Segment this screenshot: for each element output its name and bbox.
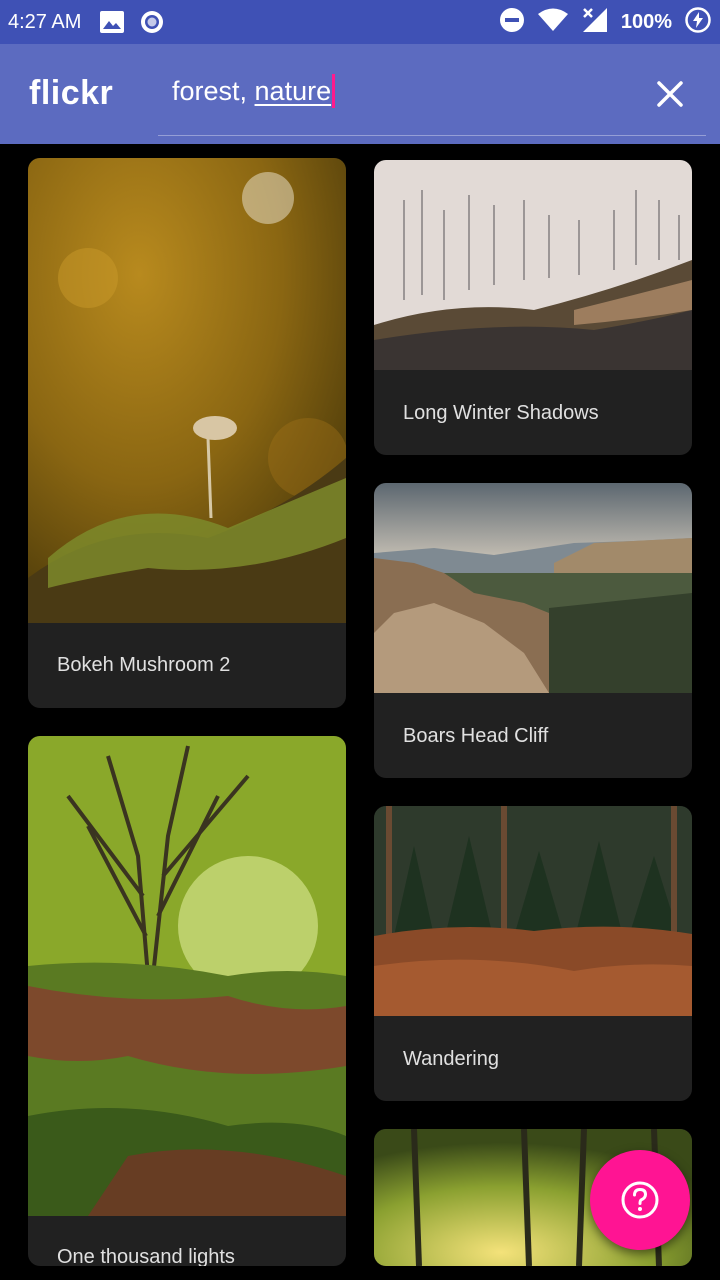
photo-title: Bokeh Mushroom 2 bbox=[57, 654, 231, 676]
photo-card[interactable]: Boars Head Cliff bbox=[374, 483, 692, 778]
help-icon[interactable] bbox=[620, 1180, 660, 1220]
search-value-underlined: nature bbox=[254, 76, 332, 107]
wifi-icon bbox=[537, 8, 569, 37]
app-bar: flickr forest, nature bbox=[0, 44, 720, 144]
photo-title: One thousand lights bbox=[57, 1246, 235, 1266]
photo-title: Boars Head Cliff bbox=[403, 725, 549, 747]
circle-app-icon bbox=[139, 9, 165, 35]
photo-title: Long Winter Shadows bbox=[403, 402, 599, 424]
flickr-logo: flickr bbox=[29, 74, 114, 112]
photo-title: Wandering bbox=[403, 1048, 499, 1070]
photo-thumbnail bbox=[28, 158, 346, 623]
search-value-plain: forest, bbox=[172, 76, 255, 107]
clear-search-button[interactable] bbox=[648, 72, 692, 116]
text-cursor bbox=[332, 74, 336, 108]
search-input[interactable]: forest, nature bbox=[172, 74, 336, 110]
photo-card[interactable]: Wandering bbox=[374, 806, 692, 1101]
photo-thumbnail bbox=[374, 806, 692, 1016]
photo-thumbnail bbox=[374, 160, 692, 370]
photo-card[interactable]: Long Winter Shadows bbox=[374, 160, 692, 455]
search-field[interactable]: forest, nature bbox=[158, 64, 706, 136]
help-button[interactable] bbox=[590, 1150, 690, 1250]
battery-percent: 100% bbox=[620, 10, 672, 33]
do-not-disturb-icon bbox=[499, 7, 525, 38]
no-signal-icon bbox=[581, 7, 609, 38]
status-bar: 4:27 AM 100% bbox=[0, 0, 720, 44]
status-time: 4:27 AM bbox=[8, 10, 82, 33]
image-icon bbox=[99, 10, 125, 34]
photo-card[interactable]: One thousand lights bbox=[28, 736, 346, 1266]
photo-thumbnail bbox=[28, 736, 346, 1216]
close-icon[interactable] bbox=[656, 80, 684, 108]
battery-charging-icon bbox=[684, 6, 712, 39]
photo-card[interactable]: Bokeh Mushroom 2 bbox=[28, 158, 346, 708]
photo-thumbnail bbox=[374, 483, 692, 693]
